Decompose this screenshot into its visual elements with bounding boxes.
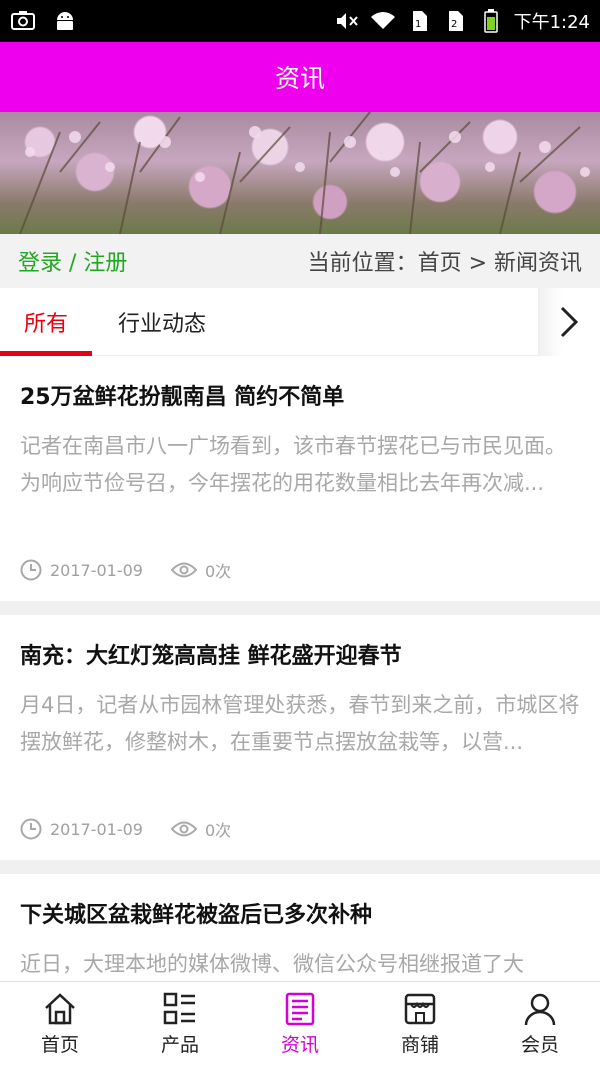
nav-label: 资讯 bbox=[280, 1034, 319, 1056]
store-icon bbox=[404, 993, 436, 1025]
news-title[interactable]: 下关城区盆栽鲜花被盗后已多次补种 bbox=[20, 896, 580, 936]
android-icon bbox=[52, 10, 78, 32]
news-list: 25万盆鲜花扮靓南昌 简约不简单 记者在南昌市八一广场看到，该市春节摆花已与市民… bbox=[0, 356, 600, 981]
screenshot-icon bbox=[10, 10, 36, 32]
app-header: 资讯 bbox=[0, 42, 600, 112]
news-views: 0次 bbox=[204, 562, 232, 581]
wifi-icon bbox=[370, 10, 396, 32]
current-location: 当前位置：首页 > 新闻资讯 bbox=[307, 251, 582, 276]
svg-text:2: 2 bbox=[451, 19, 457, 30]
status-time: 下午1:24 bbox=[513, 12, 590, 33]
eye-icon bbox=[170, 562, 197, 578]
login-register-link[interactable]: 登录 / 注册 bbox=[18, 245, 127, 277]
bottom-nav: 首页 产品 资讯 商铺 会员 bbox=[0, 981, 600, 1067]
nav-news[interactable]: 资讯 bbox=[240, 982, 360, 1067]
news-item[interactable]: 南充：大红灯笼高高挂 鲜花盛开迎春节 月4日，记者从市园林管理处获悉，春节到来之… bbox=[0, 615, 600, 860]
news-date: 2017-01-09 bbox=[50, 560, 143, 580]
mute-icon bbox=[334, 10, 360, 32]
breadcrumb: 登录 / 注册 当前位置：首页 > 新闻资讯 bbox=[0, 234, 600, 288]
news-item[interactable]: 下关城区盆栽鲜花被盗后已多次补种 近日，大理本地的媒体微博、微信公众号相继报道了… bbox=[0, 874, 600, 981]
tab-industry-news[interactable]: 行业动态 bbox=[92, 288, 232, 356]
banner-branches bbox=[19, 112, 590, 234]
battery-icon bbox=[478, 9, 504, 33]
page-title: 资讯 bbox=[274, 64, 325, 93]
news-title[interactable]: 南充：大红灯笼高高挂 鲜花盛开迎春节 bbox=[20, 637, 580, 677]
news-summary: 月4日，记者从市园林管理处获悉，春节到来之前，市城区将摆放鲜花，修整树木，在重要… bbox=[20, 693, 580, 754]
status-bar: 1 2 下午1:24 bbox=[0, 0, 600, 42]
chevron-right-icon bbox=[560, 306, 579, 337]
banner-image[interactable] bbox=[0, 112, 600, 234]
nav-label: 首页 bbox=[40, 1034, 79, 1056]
tabs-scroll-right-button[interactable] bbox=[538, 287, 600, 356]
svg-text:1: 1 bbox=[415, 19, 421, 30]
nav-store[interactable]: 商铺 bbox=[360, 982, 480, 1067]
nav-label: 会员 bbox=[520, 1034, 559, 1056]
clock-icon bbox=[20, 818, 42, 840]
news-title[interactable]: 25万盆鲜花扮靓南昌 简约不简单 bbox=[20, 378, 580, 418]
news-icon bbox=[285, 992, 315, 1026]
grid-list-icon bbox=[163, 992, 195, 1025]
news-views: 0次 bbox=[204, 821, 232, 840]
news-summary: 近日，大理本地的媒体微博、微信公众号相继报道了大 bbox=[20, 952, 524, 976]
news-summary: 记者在南昌市八一广场看到，该市春节摆花已与市民见面。为响应节俭号召，今年摆花的用… bbox=[20, 434, 566, 495]
news-date: 2017-01-09 bbox=[50, 819, 143, 839]
nav-label: 商铺 bbox=[400, 1034, 439, 1056]
sim2-icon: 2 bbox=[442, 10, 468, 32]
news-meta: 2017-01-09 0次 bbox=[20, 798, 580, 860]
user-icon bbox=[524, 993, 556, 1026]
nav-home[interactable]: 首页 bbox=[0, 982, 120, 1067]
tab-all[interactable]: 所有 bbox=[0, 288, 92, 356]
eye-icon bbox=[170, 821, 197, 837]
sim1-icon: 1 bbox=[406, 10, 432, 32]
home-icon bbox=[45, 993, 75, 1025]
nav-label: 产品 bbox=[160, 1034, 199, 1056]
news-meta: 2017-01-09 0次 bbox=[20, 539, 580, 601]
clock-icon bbox=[20, 559, 42, 581]
news-item[interactable]: 25万盆鲜花扮靓南昌 简约不简单 记者在南昌市八一广场看到，该市春节摆花已与市民… bbox=[0, 356, 600, 601]
nav-products[interactable]: 产品 bbox=[120, 982, 240, 1067]
category-tabs: 所有 行业动态 bbox=[0, 287, 600, 356]
nav-member[interactable]: 会员 bbox=[480, 982, 600, 1067]
